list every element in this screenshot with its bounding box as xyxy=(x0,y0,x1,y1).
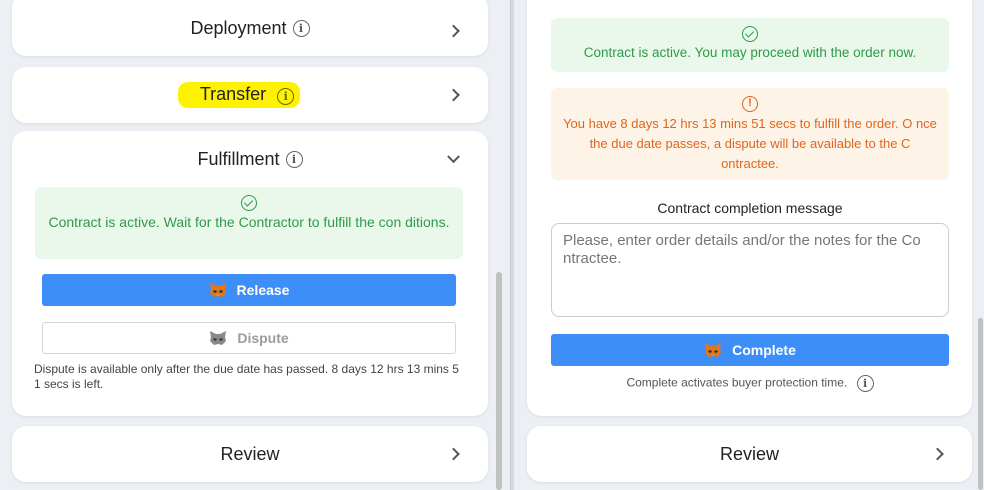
transfer-highlight: Transfer i xyxy=(177,82,301,108)
review-section[interactable]: Review xyxy=(12,426,488,482)
dispute-label: Dispute xyxy=(237,330,289,346)
review-title: Review xyxy=(220,443,280,464)
dispute-button[interactable]: Dispute xyxy=(42,322,456,354)
release-button[interactable]: Release xyxy=(42,274,456,306)
left-scrollbar[interactable] xyxy=(496,272,502,490)
left-pane: Deployment i Transfer i Fulfillment i Co… xyxy=(0,0,510,490)
transfer-title: Transfer xyxy=(199,84,267,104)
dispute-note: Dispute is available only after the due … xyxy=(34,362,459,391)
transfer-section[interactable]: Transfer i xyxy=(12,67,488,123)
release-label: Release xyxy=(236,282,290,298)
contract-active-alert: Contract is active. Wait for the Contrac… xyxy=(35,187,463,259)
warning-circle-icon: ! xyxy=(742,96,758,112)
metamask-fox-icon xyxy=(209,283,226,297)
contract-active-text: Contract is active. Wait for the Contrac… xyxy=(48,214,450,230)
transfer-header[interactable]: Transfer i xyxy=(12,67,488,123)
fulfillment-header[interactable]: Fulfillment i xyxy=(12,131,488,187)
completion-message-label: Contract completion message xyxy=(657,200,843,216)
fulfillment-title: Fulfillment xyxy=(197,148,280,169)
review-header[interactable]: Review xyxy=(527,426,972,482)
complete-note-text: Complete activates buyer protection time… xyxy=(626,375,848,390)
order-card: Contract is active. You may proceed with… xyxy=(527,0,972,416)
due-date-warning: ! You have 8 days 12 hrs 13 mins 51 secs… xyxy=(551,88,949,180)
deployment-section[interactable]: Deployment i xyxy=(12,0,488,56)
info-icon[interactable]: i xyxy=(285,150,303,168)
contract-active-alert: Contract is active. You may proceed with… xyxy=(551,18,949,72)
info-icon[interactable]: i xyxy=(856,375,874,392)
check-circle-icon xyxy=(742,26,758,42)
complete-label: Complete xyxy=(732,342,796,358)
complete-button[interactable]: Complete xyxy=(551,334,949,366)
completion-message-input[interactable]: Please, enter order details and/or the n… xyxy=(551,223,949,317)
right-scrollbar[interactable] xyxy=(978,318,983,490)
info-icon[interactable]: i xyxy=(277,88,295,105)
check-circle-icon xyxy=(241,195,257,211)
deployment-header[interactable]: Deployment i xyxy=(12,0,488,56)
info-icon[interactable]: i xyxy=(292,19,310,37)
complete-note: Complete activates buyer protection time… xyxy=(551,375,949,392)
fulfillment-section: Fulfillment i Contract is active. Wait f… xyxy=(12,131,488,416)
metamask-fox-icon xyxy=(210,331,227,345)
right-pane: Contract is active. You may proceed with… xyxy=(514,0,984,490)
due-date-warning-text: You have 8 days 12 hrs 13 mins 51 secs t… xyxy=(563,116,937,171)
review-section[interactable]: Review xyxy=(527,426,972,482)
review-header[interactable]: Review xyxy=(12,426,488,482)
review-title: Review xyxy=(719,443,780,464)
deployment-title: Deployment xyxy=(190,17,287,38)
metamask-fox-icon xyxy=(705,343,722,357)
contract-active-text: Contract is active. You may proceed with… xyxy=(583,45,917,60)
